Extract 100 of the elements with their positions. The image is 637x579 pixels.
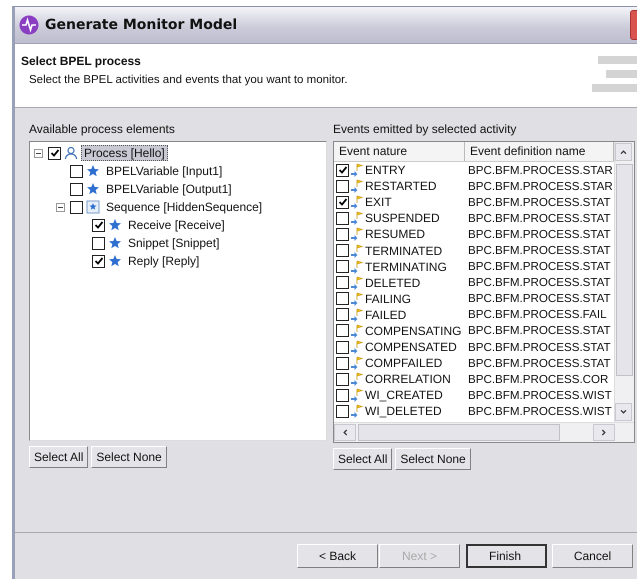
event-nature: COMPENSATED: [365, 340, 457, 354]
event-nature: SUSPENDED: [365, 211, 440, 226]
flag-arrow-icon: [350, 324, 364, 338]
event-definition: BPC.BFM.PROCESS.STAT: [467, 260, 612, 274]
select-all-button[interactable]: Select All: [333, 448, 392, 470]
column-header[interactable]: Event nature: [334, 142, 465, 161]
checkbox[interactable]: [48, 146, 61, 160]
checkbox[interactable]: [336, 388, 349, 402]
checkbox[interactable]: [70, 200, 83, 214]
flag-arrow-icon: [350, 340, 364, 354]
tree-item[interactable]: Snippet [Snippet]: [125, 235, 222, 251]
checkbox[interactable]: [336, 164, 349, 177]
star-icon: [86, 182, 100, 196]
tree-item[interactable]: Reply [Reply]: [125, 253, 202, 269]
event-nature: RESUMED: [365, 227, 426, 242]
event-nature: RESTARTED: [365, 179, 437, 194]
app-icon: [19, 15, 39, 35]
flag-arrow-icon: [350, 244, 364, 258]
event-definition: BPC.BFM.PROCESS.STAT: [467, 324, 612, 338]
wizard-button[interactable]: < Back: [297, 544, 378, 568]
event-nature: ENTRY: [365, 163, 406, 178]
checkbox[interactable]: [336, 356, 349, 370]
checkbox[interactable]: [336, 260, 349, 274]
event-definition: BPC.BFM.PROCESS.FAIL: [467, 308, 608, 322]
event-nature: TERMINATING: [365, 260, 447, 274]
checkbox[interactable]: [336, 228, 349, 241]
flag-arrow-icon: [350, 388, 364, 402]
select-none-button[interactable]: Select None: [91, 446, 167, 468]
star-icon: [108, 254, 122, 268]
scroll-right-icon[interactable]: [593, 424, 615, 441]
checkbox[interactable]: [336, 244, 349, 258]
event-nature: COMPENSATING: [365, 324, 462, 338]
event-definition: BPC.BFM.PROCESS.STAT: [467, 340, 612, 354]
checkbox[interactable]: [336, 292, 349, 306]
event-nature: CORRELATION: [365, 372, 451, 386]
scroll-up-icon[interactable]: [615, 143, 632, 161]
checkbox[interactable]: [336, 340, 349, 354]
flag-arrow-icon: [350, 404, 364, 418]
banner-graphic: [592, 54, 637, 94]
checkbox[interactable]: [92, 218, 105, 232]
event-definition: BPC.BFM.PROCESS.STAT: [467, 212, 612, 225]
checkbox[interactable]: [70, 164, 83, 178]
checkbox[interactable]: [336, 324, 349, 338]
wizard-button[interactable]: Finish: [466, 544, 547, 568]
tree-item[interactable]: Process [Hello]: [81, 145, 168, 161]
flag-arrow-icon: [350, 308, 364, 322]
wizard-button[interactable]: Cancel: [552, 544, 633, 568]
event-definition: BPC.BFM.PROCESS.WIST: [467, 404, 613, 418]
event-nature: WI_DELETED: [365, 404, 442, 418]
event-nature: COMPFAILED: [365, 356, 442, 370]
event-nature: WI_CREATED: [365, 388, 443, 402]
event-definition: BPC.BFM.PROCESS.STAR: [467, 180, 614, 193]
checkbox[interactable]: [92, 236, 105, 250]
event-definition: BPC.BFM.PROCESS.STAR: [467, 164, 614, 177]
flag-arrow-icon: [350, 276, 364, 290]
flag-arrow-icon: [350, 292, 364, 306]
flag-arrow-icon: [350, 372, 364, 386]
tree-item[interactable]: Sequence [HiddenSequence]: [103, 199, 266, 215]
event-definition: BPC.BFM.PROCESS.STAT: [467, 244, 612, 258]
event-definition: BPC.BFM.PROCESS.STAT: [467, 356, 612, 370]
window-title: Generate Monitor Model: [45, 17, 238, 33]
checkbox[interactable]: [336, 276, 349, 290]
flag-arrow-icon: [350, 211, 364, 226]
event-definition: BPC.BFM.PROCESS.WIST: [467, 388, 613, 402]
event-definition: BPC.BFM.PROCESS.STAT: [467, 292, 612, 306]
checkbox[interactable]: [336, 404, 349, 418]
checkbox[interactable]: [336, 308, 349, 322]
scroll-down-icon[interactable]: [615, 403, 632, 421]
checkbox[interactable]: [336, 196, 349, 209]
event-nature: FAILED: [365, 308, 406, 322]
pane-label: Events emitted by selected activity: [333, 122, 518, 137]
event-definition: BPC.BFM.PROCESS.STAT: [467, 228, 612, 241]
flag-arrow-icon: [350, 179, 364, 194]
tree-item[interactable]: Receive [Receive]: [125, 217, 228, 233]
event-definition: BPC.BFM.PROCESS.COR: [467, 372, 610, 386]
vertical-scrollbar[interactable]: [614, 142, 634, 422]
flag-arrow-icon: [350, 227, 364, 242]
select-none-button[interactable]: Select None: [395, 448, 471, 470]
checkbox[interactable]: [92, 254, 105, 268]
event-nature: FAILING: [365, 292, 412, 306]
expander-icon[interactable]: [56, 202, 65, 212]
star-icon: [86, 164, 100, 178]
scroll-left-icon[interactable]: [334, 424, 356, 441]
event-nature: TERMINATED: [365, 244, 442, 258]
checkbox[interactable]: [336, 372, 349, 386]
checkbox[interactable]: [70, 182, 83, 196]
star-icon: [108, 218, 122, 232]
horizontal-scrollbar[interactable]: [334, 422, 634, 442]
event-definition: BPC.BFM.PROCESS.STAT: [467, 196, 612, 209]
expander-icon[interactable]: [34, 148, 43, 158]
event-nature: DELETED: [365, 276, 420, 290]
event-definition: BPC.BFM.PROCESS.STAT: [467, 276, 612, 290]
tree-item[interactable]: BPELVariable [Input1]: [103, 163, 226, 179]
page-description: Select the BPEL activities and events that you want to monitor.: [28, 74, 348, 86]
flag-arrow-icon: [350, 356, 364, 370]
page-title: Select BPEL process: [21, 54, 142, 68]
checkbox[interactable]: [336, 180, 349, 193]
tree-item[interactable]: BPELVariable [Output1]: [103, 181, 235, 197]
checkbox[interactable]: [336, 212, 349, 225]
select-all-button[interactable]: Select All: [29, 446, 88, 468]
